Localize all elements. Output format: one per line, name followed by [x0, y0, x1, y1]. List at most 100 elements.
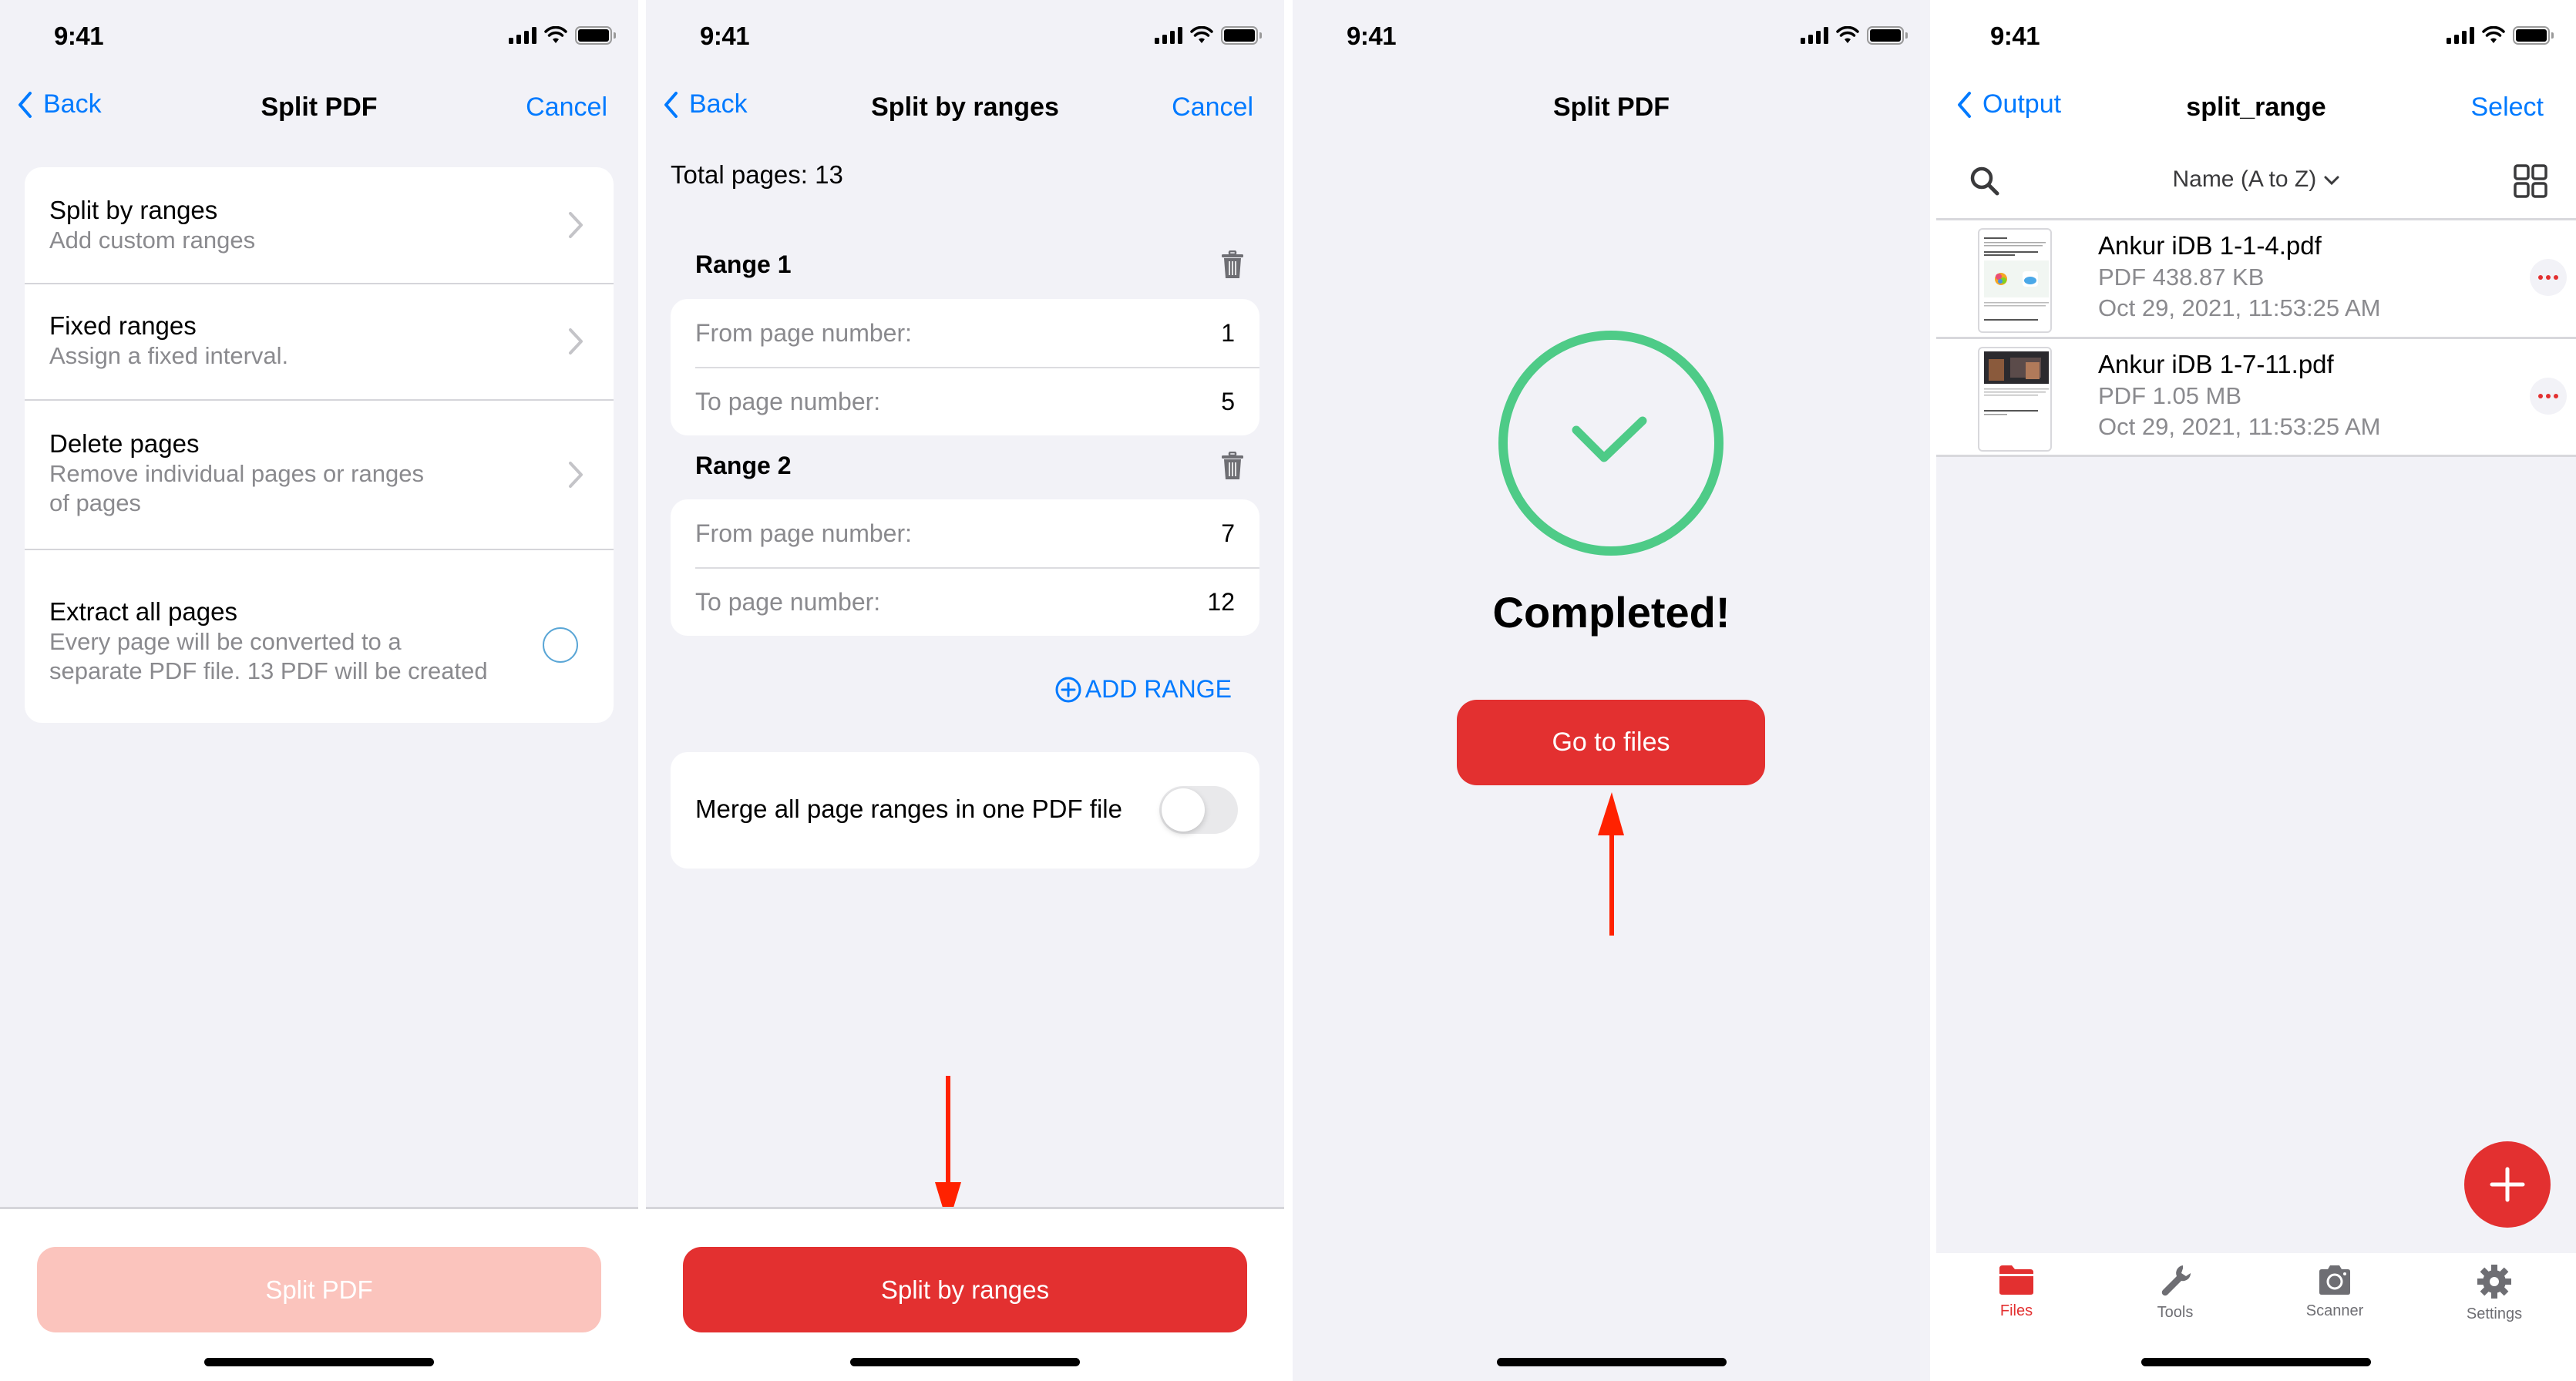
- list-toolbar: Name (A to Z): [1936, 154, 2576, 208]
- battery-icon: [2513, 26, 2554, 45]
- option-subtitle-line1: Every page will be converted to a: [49, 628, 402, 655]
- to-value[interactable]: 5: [1189, 388, 1235, 416]
- gear-icon: [2477, 1265, 2511, 1299]
- tab-settings[interactable]: Settings: [2433, 1264, 2556, 1323]
- chevron-left-icon: [1958, 91, 1971, 118]
- cellular-signal-icon: [1155, 27, 1182, 44]
- file-date: Oct 29, 2021, 11:53:25 AM: [2098, 413, 2381, 440]
- to-label: To page number:: [695, 387, 881, 415]
- tab-label: Files: [1999, 1302, 2033, 1319]
- file-name: Ankur iDB 1-1-4.pdf: [2098, 231, 2322, 260]
- add-fab-button[interactable]: [2464, 1141, 2551, 1228]
- range-2-label: Range 2: [695, 452, 792, 479]
- split-pdf-button[interactable]: Split PDF: [37, 1247, 601, 1332]
- to-value[interactable]: 12: [1189, 588, 1235, 617]
- wifi-icon: [1190, 26, 1213, 43]
- from-label: From page number:: [695, 318, 913, 347]
- wifi-icon: [2482, 26, 2505, 43]
- file-row[interactable]: Ankur iDB 1-7-11.pdf PDF 1.05 MB Oct 29,…: [1936, 339, 2576, 456]
- home-indicator: [2141, 1358, 2371, 1366]
- from-label: From page number:: [695, 519, 913, 547]
- camera-icon: [2319, 1265, 2350, 1295]
- home-indicator: [1496, 1358, 1727, 1366]
- merge-label: Merge all page ranges in one PDF file: [695, 795, 1122, 823]
- toggle-knob: [1162, 788, 1205, 832]
- status-bar: 9:41: [1936, 0, 2576, 77]
- more-options-button[interactable]: [2530, 378, 2567, 415]
- tab-label: Settings: [2466, 1305, 2523, 1322]
- back-button[interactable]: Back: [663, 89, 748, 119]
- wrench-icon: [2161, 1265, 2191, 1296]
- option-title: Split by ranges: [49, 196, 218, 224]
- extract-all-radio[interactable]: [543, 627, 578, 663]
- file-size: PDF 1.05 MB: [2098, 382, 2242, 409]
- status-time: 9:41: [54, 22, 104, 50]
- option-delete-pages[interactable]: Delete pages Remove individual pages or …: [25, 401, 614, 549]
- tab-files[interactable]: Files: [1955, 1264, 2078, 1320]
- chevron-left-icon: [18, 91, 32, 118]
- to-label: To page number:: [695, 587, 881, 616]
- chevron-right-icon: [569, 212, 583, 238]
- success-check-icon: [1498, 331, 1723, 556]
- sort-label: Name (A to Z): [2172, 166, 2317, 192]
- range-1-to-field[interactable]: To page number: 5: [695, 368, 1235, 435]
- option-fixed-ranges[interactable]: Fixed ranges Assign a fixed interval.: [25, 284, 614, 399]
- status-bar: 9:41: [1293, 0, 1930, 77]
- nav-bar: Back Split PDF Cancel: [0, 83, 638, 133]
- grid-view-icon[interactable]: [2513, 163, 2548, 199]
- file-row[interactable]: Ankur iDB 1-1-4.pdf PDF 438.87 KB Oct 29…: [1936, 220, 2576, 338]
- add-range-button[interactable]: ADD RANGE: [1054, 675, 1232, 704]
- range-1-from-field[interactable]: From page number: 1: [695, 299, 1235, 367]
- status-time: 9:41: [700, 22, 750, 50]
- bottom-action-bar: Split by ranges: [646, 1207, 1284, 1381]
- option-extract-all-pages[interactable]: Extract all pages Every page will be con…: [25, 550, 614, 723]
- go-to-files-button[interactable]: Go to files: [1457, 700, 1765, 785]
- cancel-button[interactable]: Cancel: [1172, 92, 1253, 123]
- screen-split-pdf-options: 9:41 Back Split PDF Cancel Split by rang…: [0, 0, 638, 1381]
- tab-bar: Files Tools Scanner Settings: [1936, 1253, 2576, 1381]
- tab-tools[interactable]: Tools: [2114, 1264, 2237, 1322]
- plus-circle-icon: [1055, 677, 1081, 702]
- battery-icon: [1867, 26, 1908, 45]
- range-1-card: From page number: 1 To page number: 5: [671, 299, 1259, 435]
- plus-icon: [2490, 1167, 2525, 1202]
- option-split-by-ranges[interactable]: Split by ranges Add custom ranges: [25, 167, 614, 283]
- from-value[interactable]: 7: [1189, 519, 1235, 548]
- cellular-signal-icon: [1801, 27, 1828, 44]
- screen-split-completed: 9:41 Split PDF Completed! Go to files: [1293, 0, 1930, 1381]
- tab-scanner[interactable]: Scanner: [2273, 1264, 2396, 1320]
- add-range-label: ADD RANGE: [1085, 675, 1232, 703]
- more-options-button[interactable]: [2530, 259, 2567, 296]
- battery-icon: [575, 26, 616, 45]
- pdf-thumbnail: [1978, 347, 2052, 452]
- option-subtitle-line2: of pages: [49, 489, 141, 516]
- split-by-ranges-button[interactable]: Split by ranges: [683, 1247, 1247, 1332]
- chevron-left-icon: [664, 91, 678, 118]
- range-2-from-field[interactable]: From page number: 7: [695, 499, 1235, 567]
- select-button[interactable]: Select: [2471, 92, 2544, 123]
- option-subtitle-line1: Remove individual pages or ranges: [49, 460, 424, 487]
- file-size: PDF 438.87 KB: [2098, 264, 2265, 291]
- sort-dropdown[interactable]: Name (A to Z): [1936, 166, 2576, 193]
- file-name: Ankur iDB 1-7-11.pdf: [2098, 350, 2334, 378]
- pdf-thumbnail: [1978, 228, 2052, 333]
- range-2-to-field[interactable]: To page number: 12: [695, 568, 1235, 636]
- back-button[interactable]: Back: [17, 89, 102, 119]
- folder-icon: [1999, 1265, 2033, 1295]
- cancel-button[interactable]: Cancel: [526, 92, 607, 123]
- chevron-right-icon: [569, 328, 583, 354]
- option-subtitle-line2: separate PDF file. 13 PDF will be create…: [49, 657, 488, 684]
- cellular-signal-icon: [509, 27, 536, 44]
- annotation-arrow-down: [935, 1076, 961, 1225]
- from-value[interactable]: 1: [1189, 319, 1235, 348]
- option-subtitle: Assign a fixed interval.: [49, 342, 289, 369]
- trash-icon[interactable]: [1221, 452, 1244, 481]
- total-pages-label: Total pages: 13: [671, 160, 843, 189]
- trash-icon[interactable]: [1221, 250, 1244, 280]
- back-label: Back: [689, 89, 748, 119]
- back-output-button[interactable]: Output: [1956, 89, 2061, 119]
- battery-icon: [1221, 26, 1262, 45]
- bottom-action-bar: Split PDF: [0, 1207, 638, 1381]
- option-title: Delete pages: [49, 429, 200, 458]
- merge-toggle[interactable]: [1159, 786, 1238, 834]
